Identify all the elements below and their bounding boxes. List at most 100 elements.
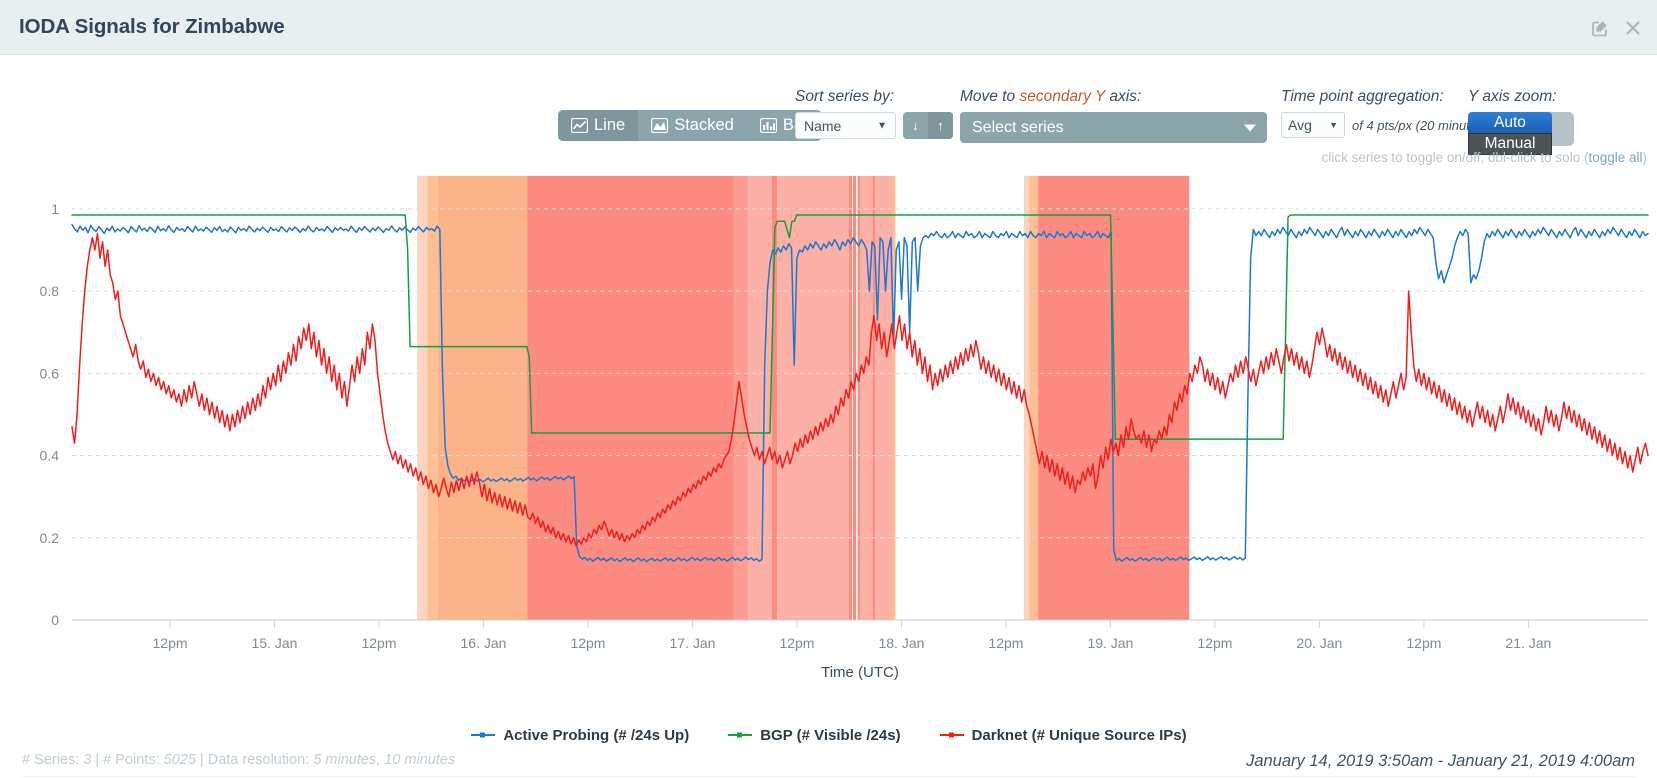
sort-series-control: Sort series by: Name ▼ ↓ ↑ [795,88,953,139]
alert-band [427,176,437,620]
x-axis-tick-label: 12pm [1406,635,1441,651]
alert-band [438,176,528,620]
aggregation-row: Avg ▼ of 4 pts/px (20 minutes) [1281,112,1488,138]
x-axis-tick-label: 20. Jan [1296,635,1342,651]
chart-svg[interactable]: 0 0.2 0.4 0.6 0.8 1 12pm 15. Jan 12pm 16. Jan 12pm… [0,168,1657,688]
alert-band [1029,176,1038,620]
chart-type-line-button[interactable]: Line [558,110,638,141]
secondary-y-control: Move to secondary Y axis: Select series [960,88,1267,143]
aggregation-select[interactable]: Avg ▼ [1281,112,1345,138]
sort-series-label: Sort series by: [795,88,953,106]
toggle-all-link[interactable]: toggle all [1588,150,1642,165]
x-axis-tick-label: 12pm [1197,635,1232,651]
alert-band [777,176,849,620]
sort-series-select[interactable]: Name ▼ [795,112,896,139]
x-axis-tick-label: 18. Jan [878,635,924,651]
chevron-down-icon: ▼ [1329,120,1338,130]
time-range-label: January 14, 2019 3:50am - January 21, 20… [1246,752,1635,771]
resolution-value: 5 minutes, 10 minutes [313,752,455,768]
alert-band [1024,176,1030,620]
sort-series-row: Name ▼ ↓ ↑ [795,112,953,139]
y-axis-zoom-control: Y axis zoom: Auto Manual [1468,88,1556,152]
secondary-y-label-suffix: axis: [1105,88,1141,105]
alert-band [860,176,873,620]
series-toggle-hint-tail: ) [1643,150,1648,165]
aggregation-control: Time point aggregation: Avg ▼ of 4 pts/p… [1281,88,1488,138]
sort-descending-button[interactable]: ↓ [903,112,928,139]
chevron-down-icon: ▼ [877,120,887,131]
resolution-label: Data resolution: [208,752,310,768]
legend-label-darknet: Darknet (# Unique Source IPs) [972,727,1187,744]
area-chart-icon [651,118,668,133]
sort-ascending-button[interactable]: ↑ [928,112,953,139]
x-axis-title: Time (UTC) [821,664,899,681]
line-chart-icon [571,118,588,133]
x-axis-tick-label: 12pm [988,635,1023,651]
y-axis-tick-label: 0.4 [40,448,60,464]
sort-series-value: Name [804,118,841,134]
chart-type-stacked-button[interactable]: Stacked [638,110,747,141]
chart-legend: Active Probing (# /24s Up) BGP (# Visibl… [0,722,1657,748]
sort-direction-group: ↓ ↑ [903,112,953,139]
aggregation-label: Time point aggregation: [1281,88,1488,106]
footer-divider [22,776,1635,777]
alert-band [417,176,427,620]
y-axis-tick-label: 0.2 [40,530,60,546]
bar-chart-icon [760,118,777,133]
alert-band [527,176,733,620]
secondary-y-placeholder: Select series [972,119,1064,137]
x-axis-tick-label: 16. Jan [461,635,507,651]
edit-icon[interactable] [1590,18,1610,38]
page-title: IODA Signals for Zimbabwe [19,15,285,39]
legend-swatch-active-probing [470,730,496,740]
x-axis-tick-label: 21. Jan [1505,635,1551,651]
y-axis-zoom-options: Auto Manual [1468,112,1552,152]
points-count-value: 5025 [164,752,196,768]
alert-band [853,176,856,620]
window-titlebar: IODA Signals for Zimbabwe [0,0,1657,55]
legend-label-active-probing: Active Probing (# /24s Up) [503,727,689,744]
legend-item-bgp[interactable]: BGP (# Visible /24s) [727,727,900,744]
secondary-y-select[interactable]: Select series [960,112,1267,143]
y-axis-zoom-auto-option[interactable]: Auto [1468,112,1552,134]
y-axis-zoom-label: Y axis zoom: [1468,88,1556,106]
chart-stats: # Series: 3 | # Points: 5025 | Data reso… [22,752,455,768]
titlebar-actions [1590,0,1643,55]
points-count-label: # Points: [103,752,159,768]
legend-item-active-probing[interactable]: Active Probing (# /24s Up) [470,727,689,744]
alert-band [893,176,895,620]
y-axis-tick-label: 1 [51,201,59,217]
y-axis-tick-label: 0 [51,612,59,628]
secondary-y-label-prefix: Move to [960,88,1019,105]
aggregation-value: Avg [1288,117,1312,133]
y-axis-tick-label: 0.6 [40,365,60,381]
secondary-y-label-accent: secondary Y [1019,88,1105,105]
x-axis-tick-label: 12pm [779,635,814,651]
series-toggle-hint-text: click series to toggle on/off, dbl-click… [1322,150,1589,165]
legend-item-darknet[interactable]: Darknet (# Unique Source IPs) [939,727,1187,744]
x-axis-tick-label: 12pm [153,635,188,651]
x-axis-tick-label: 12pm [361,635,396,651]
x-axis-tick-label: 15. Jan [252,635,298,651]
legend-label-bgp: BGP (# Visible /24s) [760,727,900,744]
legend-swatch-bgp [727,730,753,740]
chart-footer: # Series: 3 | # Points: 5025 | Data reso… [0,752,1657,778]
chart-window: IODA Signals for Zimbabwe [0,0,1657,778]
chevron-down-icon [1244,124,1256,131]
y-axis-tick-label: 0.8 [40,283,60,299]
chart-type-group: Line Stacked [558,110,822,141]
close-icon[interactable] [1623,18,1643,38]
stats-separator-2: | [196,752,208,768]
x-axis-tick-label: 12pm [570,635,605,651]
alert-band [748,176,772,620]
series-toggle-hint: click series to toggle on/off, dbl-click… [1322,150,1647,165]
legend-swatch-darknet [939,730,965,740]
chart-type-stacked-label: Stacked [674,116,734,135]
chart-toolbar: Line Stacked [0,56,1657,166]
alert-band [1038,176,1189,620]
chart-plot-area[interactable]: 0 0.2 0.4 0.6 0.8 1 12pm 15. Jan 12pm 16. Jan 12pm… [0,168,1657,688]
x-axis-tick-label: 19. Jan [1087,635,1133,651]
secondary-y-label: Move to secondary Y axis: [960,88,1267,106]
series-count-label: # Series: [22,752,79,768]
stats-separator-1: | [91,752,103,768]
